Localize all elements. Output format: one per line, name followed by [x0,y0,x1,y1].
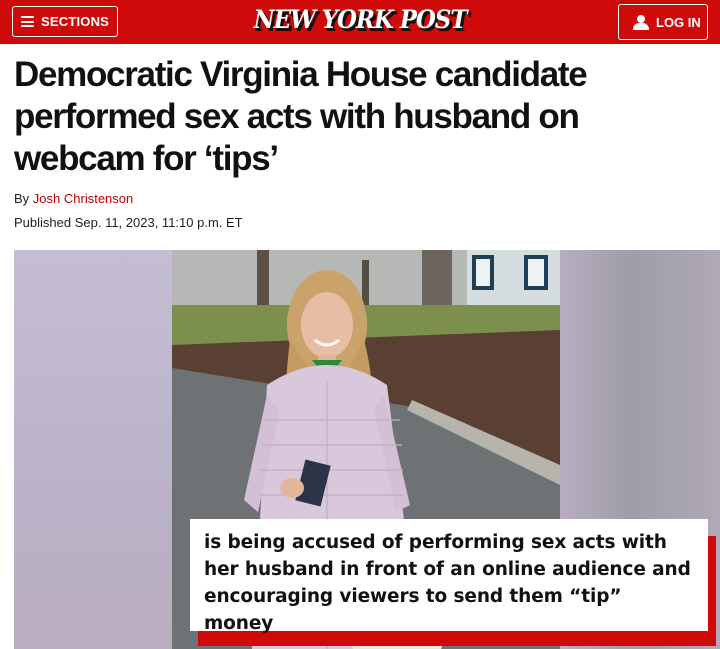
site-logo[interactable]: NEW YORK POST [29,5,691,34]
article-image[interactable]: is being accused of performing sex acts … [14,250,720,649]
login-label: LOG IN [656,14,701,30]
image-blur-left [14,250,172,649]
author-link[interactable]: Josh Christenson [33,191,133,206]
login-button[interactable]: LOG IN [618,4,708,40]
user-icon [633,14,649,30]
byline: By Josh Christenson [14,191,133,206]
byline-prefix: By [14,191,30,206]
publish-date: Published Sep. 11, 2023, 11:10 p.m. ET [14,215,243,230]
article-headline: Democratic Virginia House candidate perf… [14,55,588,178]
image-caption: is being accused of performing sex acts … [190,519,708,634]
top-nav-bar: SECTIONS NEW YORK POST LOG IN [0,0,720,44]
